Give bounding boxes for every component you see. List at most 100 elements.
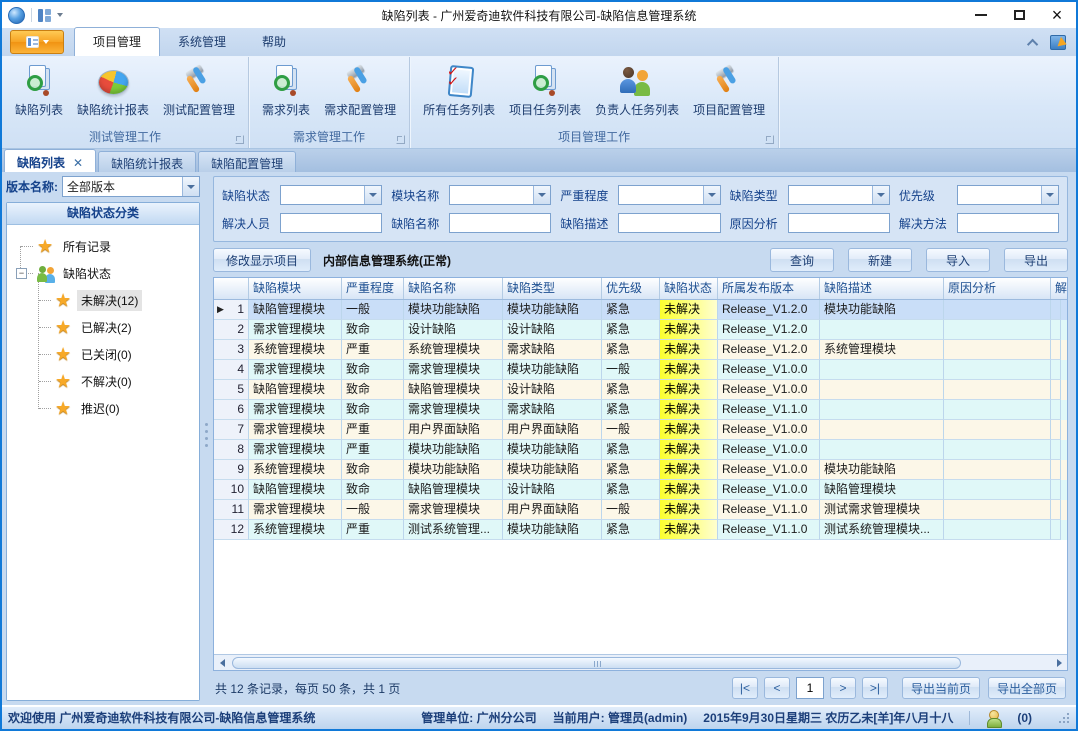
table-row[interactable]: ▶10 缺陷管理模块 致命 缺陷管理模块 设计缺陷 紧急 未解决 Release… bbox=[214, 480, 1067, 500]
tree-item-icon bbox=[55, 291, 77, 311]
table-row[interactable]: ▶9 系统管理模块 致命 模块功能缺陷 模块功能缺陷 紧急 未解决 Releas… bbox=[214, 460, 1067, 480]
ribbon-button[interactable]: 需求列表 bbox=[255, 61, 317, 120]
new-button[interactable]: 新建 bbox=[848, 248, 912, 272]
dialog-launcher-icon[interactable] bbox=[396, 135, 405, 144]
filter-combobox[interactable] bbox=[788, 185, 890, 205]
modify-columns-button[interactable]: 修改显示项目 bbox=[213, 248, 311, 272]
prev-page-button[interactable]: < bbox=[764, 677, 790, 699]
table-row[interactable]: ▶5 缺陷管理模块 致命 缺陷管理模块 设计缺陷 紧急 未解决 Release_… bbox=[214, 380, 1067, 400]
scroll-right-button[interactable] bbox=[1051, 655, 1067, 671]
tree-item[interactable]: − 已解决(2) bbox=[13, 314, 199, 341]
maximize-button[interactable] bbox=[1000, 2, 1038, 28]
dialog-launcher-icon[interactable] bbox=[235, 135, 244, 144]
cell-cause bbox=[944, 500, 1051, 520]
horizontal-scrollbar[interactable] bbox=[214, 654, 1067, 670]
layout-icon[interactable] bbox=[38, 9, 51, 22]
ribbon-button[interactable]: 测试配置管理 bbox=[156, 61, 242, 120]
table-row[interactable]: ▶3 系统管理模块 严重 系统管理模块 需求缺陷 紧急 未解决 Release_… bbox=[214, 340, 1067, 360]
ribbon-button[interactable]: 负责人任务列表 bbox=[588, 61, 686, 120]
filter-combobox[interactable] bbox=[618, 185, 720, 205]
column-header[interactable]: 原因分析 bbox=[944, 278, 1051, 299]
table-row[interactable]: ▶6 需求管理模块 致命 需求管理模块 需求缺陷 紧急 未解决 Release_… bbox=[214, 400, 1067, 420]
about-icon[interactable] bbox=[1050, 35, 1066, 50]
column-header[interactable]: 缺陷描述 bbox=[820, 278, 944, 299]
system-name-label: 内部信息管理系统(正常) bbox=[323, 252, 762, 269]
scrollbar-thumb[interactable] bbox=[232, 657, 961, 669]
version-select[interactable]: 全部版本 bbox=[62, 176, 200, 197]
filter-combobox[interactable] bbox=[280, 185, 382, 205]
export-all-pages-button[interactable]: 导出全部页 bbox=[988, 677, 1066, 699]
filter-text-input[interactable] bbox=[449, 213, 551, 233]
filter-text-input[interactable] bbox=[280, 213, 382, 233]
filter-text-input[interactable] bbox=[957, 213, 1059, 233]
close-button[interactable]: × bbox=[1038, 2, 1076, 28]
doc-tab-defect-config[interactable]: 缺陷配置管理 bbox=[198, 151, 296, 172]
dropdown-button[interactable] bbox=[703, 186, 720, 204]
column-header[interactable]: 解决 bbox=[1051, 278, 1067, 299]
table-row[interactable]: ▶7 需求管理模块 严重 用户界面缺陷 用户界面缺陷 一般 未解决 Releas… bbox=[214, 420, 1067, 440]
page-number-input[interactable] bbox=[796, 677, 824, 699]
filter-text-input[interactable] bbox=[788, 213, 890, 233]
column-header[interactable]: 严重程度 bbox=[342, 278, 404, 299]
dropdown-button[interactable] bbox=[364, 186, 381, 204]
filter-text-input[interactable] bbox=[618, 213, 720, 233]
doc-tab-label: 缺陷配置管理 bbox=[211, 155, 283, 172]
scroll-left-button[interactable] bbox=[214, 655, 230, 671]
filter-combobox[interactable] bbox=[957, 185, 1059, 205]
table-row[interactable]: ▶1 缺陷管理模块 一般 模块功能缺陷 模块功能缺陷 紧急 未解决 Releas… bbox=[214, 300, 1067, 320]
pager: |< < > >| bbox=[732, 677, 888, 699]
sidebar-splitter[interactable] bbox=[200, 172, 213, 705]
ribbon-tab-help[interactable]: 帮助 bbox=[244, 28, 304, 56]
collapse-ribbon-icon[interactable] bbox=[1027, 38, 1038, 49]
cell-severity: 致命 bbox=[342, 380, 404, 400]
dropdown-button[interactable] bbox=[533, 186, 550, 204]
application-menu-button[interactable] bbox=[10, 30, 64, 54]
table-row[interactable]: ▶2 需求管理模块 致命 设计缺陷 设计缺陷 紧急 未解决 Release_V1… bbox=[214, 320, 1067, 340]
tree-item[interactable]: − 所有记录 bbox=[13, 233, 199, 260]
minimize-button[interactable] bbox=[962, 2, 1000, 28]
next-page-button[interactable]: > bbox=[830, 677, 856, 699]
cell-module: 缺陷管理模块 bbox=[249, 480, 342, 500]
ribbon-button[interactable]: 所有任务列表 bbox=[416, 61, 502, 120]
doc-tab-defect-report[interactable]: 缺陷统计报表 bbox=[98, 151, 196, 172]
close-tab-icon[interactable]: ✕ bbox=[73, 158, 83, 168]
chevron-down-icon[interactable] bbox=[57, 13, 63, 17]
ribbon-button[interactable]: 需求配置管理 bbox=[317, 61, 403, 120]
doc-tab-defect-list[interactable]: 缺陷列表 ✕ bbox=[4, 149, 96, 172]
column-header[interactable]: 所属发布版本 bbox=[718, 278, 820, 299]
search-button[interactable]: 查询 bbox=[770, 248, 834, 272]
dropdown-button[interactable] bbox=[1041, 186, 1058, 204]
ribbon-tab-system[interactable]: 系统管理 bbox=[160, 28, 244, 56]
table-row[interactable]: ▶11 需求管理模块 一般 需求管理模块 用户界面缺陷 一般 未解决 Relea… bbox=[214, 500, 1067, 520]
filter-combobox[interactable] bbox=[449, 185, 551, 205]
column-header[interactable]: 缺陷状态 bbox=[660, 278, 718, 299]
last-page-button[interactable]: >| bbox=[862, 677, 888, 699]
column-header[interactable]: 缺陷模块 bbox=[249, 278, 342, 299]
ribbon-button[interactable]: 缺陷统计报表 bbox=[70, 61, 156, 120]
tree-item[interactable]: − 不解决(0) bbox=[13, 368, 199, 395]
tree-item[interactable]: − 推迟(0) bbox=[13, 395, 199, 422]
table-row[interactable]: ▶4 需求管理模块 致命 需求管理模块 模块功能缺陷 一般 未解决 Releas… bbox=[214, 360, 1067, 380]
ribbon-tab-project[interactable]: 项目管理 bbox=[74, 27, 160, 56]
first-page-button[interactable]: |< bbox=[732, 677, 758, 699]
export-current-page-button[interactable]: 导出当前页 bbox=[902, 677, 980, 699]
tree-item[interactable]: − 已关闭(0) bbox=[13, 341, 199, 368]
table-row[interactable]: ▶8 需求管理模块 严重 模块功能缺陷 模块功能缺陷 紧急 未解决 Releas… bbox=[214, 440, 1067, 460]
dropdown-button[interactable] bbox=[872, 186, 889, 204]
tree-item[interactable]: − 缺陷状态 bbox=[13, 260, 199, 287]
export-button[interactable]: 导出 bbox=[1004, 248, 1068, 272]
ribbon-button[interactable]: 项目配置管理 bbox=[686, 61, 772, 120]
column-header[interactable]: 优先级 bbox=[602, 278, 660, 299]
column-header[interactable]: 缺陷名称 bbox=[404, 278, 503, 299]
tree-item[interactable]: − 未解决(12) bbox=[13, 287, 199, 314]
dropdown-button[interactable] bbox=[182, 177, 199, 196]
dialog-launcher-icon[interactable] bbox=[765, 135, 774, 144]
table-row[interactable]: ▶12 系统管理模块 严重 测试系统管理... 模块功能缺陷 紧急 未解决 Re… bbox=[214, 520, 1067, 540]
collapse-minus-icon[interactable]: − bbox=[16, 268, 27, 279]
online-users-icon[interactable] bbox=[986, 710, 1001, 726]
import-button[interactable]: 导入 bbox=[926, 248, 990, 272]
ribbon-button[interactable]: 缺陷列表 bbox=[8, 61, 70, 120]
ribbon-button[interactable]: 项目任务列表 bbox=[502, 61, 588, 120]
column-header[interactable]: 缺陷类型 bbox=[503, 278, 602, 299]
resize-grip[interactable] bbox=[1058, 712, 1070, 724]
